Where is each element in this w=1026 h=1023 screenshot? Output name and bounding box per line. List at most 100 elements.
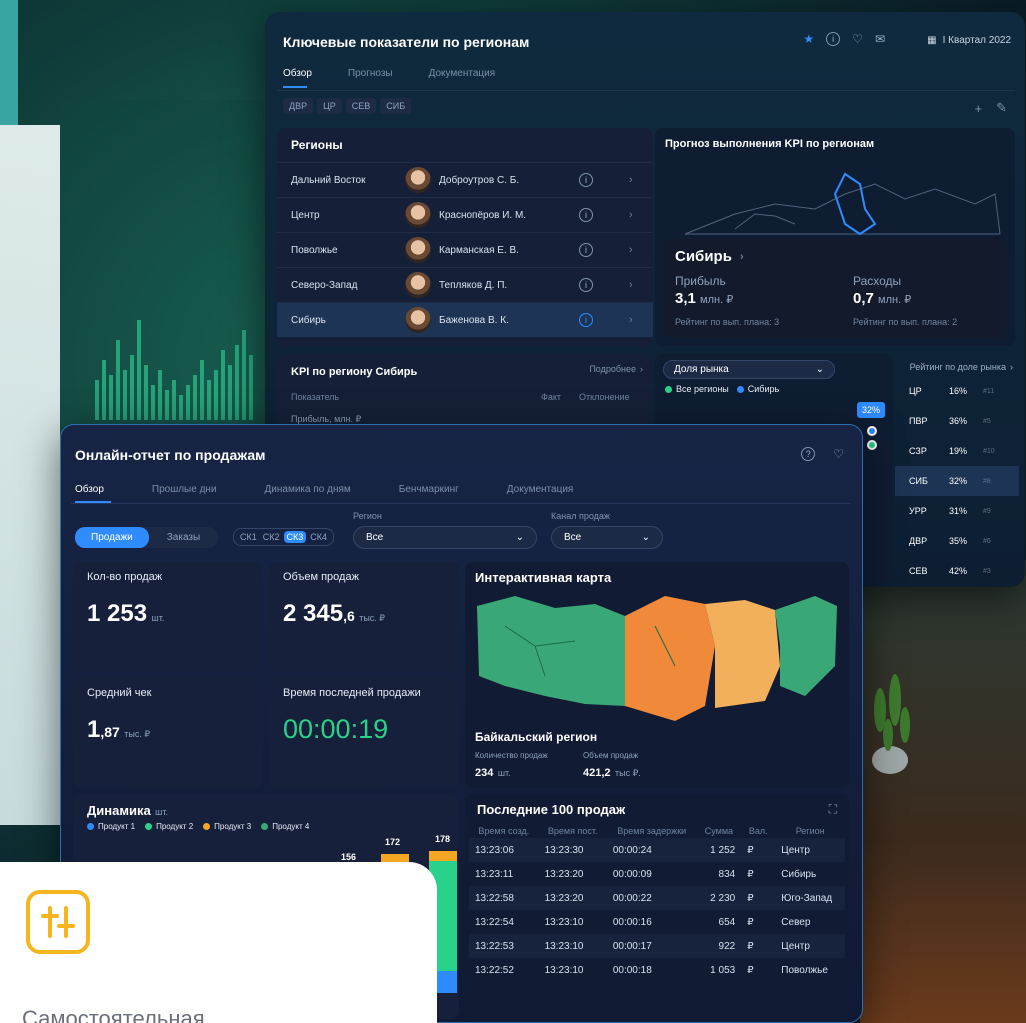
info-icon[interactable]: i — [579, 243, 593, 257]
heart-icon[interactable]: ♡ — [833, 447, 844, 461]
promo-text: Самостоятельная — [22, 1006, 205, 1023]
rating-row[interactable]: ЦР 16% #11 — [895, 376, 1019, 406]
column-header[interactable]: Вал. — [741, 824, 775, 838]
interactive-map-card: Интерактивная карта Байкальский регион К… — [465, 562, 849, 788]
region-manager: Краснопёров И. М. — [439, 209, 527, 221]
profit-rank: Рейтинг по вып. плана: 3 — [675, 317, 780, 327]
tab-overview[interactable]: Обзор — [75, 484, 104, 495]
avatar — [405, 272, 431, 298]
sales-table: Время созд. Время пост. Время задержки Сумм… — [469, 824, 845, 982]
table-cell: 2 230 — [710, 892, 736, 904]
avg-check-value: 1 — [87, 716, 101, 743]
promo-card: Самостоятельная — [0, 862, 437, 1023]
rating-code: СИБ — [909, 476, 928, 486]
region-row[interactable]: Северо-Запад Тепляков Д. П. i › — [277, 267, 653, 302]
map-qty-value: 234 — [475, 767, 494, 779]
channel-select[interactable]: Все ⌄ — [551, 526, 663, 549]
legend-dot — [665, 386, 672, 394]
filter-sev[interactable]: СЕВ — [345, 98, 377, 114]
region-row[interactable]: Дальний Восток Доброутров С. Б. i › — [277, 162, 653, 197]
rating-title[interactable]: Рейтинг по доле рынка › — [910, 362, 1013, 372]
rating-row[interactable]: СЕВ 42% #3 — [895, 556, 1019, 586]
dynamics-title-row: Динамика шт. — [87, 802, 168, 820]
tab-benchmarking[interactable]: Бенчмаркинг — [399, 484, 459, 495]
region-row[interactable]: Сибирь Баженова В. К. i › — [277, 302, 653, 337]
sales-count-value: 1 253 — [87, 600, 148, 627]
toggle-orders[interactable]: Заказы — [149, 527, 218, 548]
heart-icon[interactable]: ♡ — [852, 32, 863, 46]
table-row[interactable]: 13:22:52 13:23:10 00:00:18 1 053 ₽ Поволжье — [469, 958, 845, 982]
costs-value: 0,7 — [853, 290, 874, 307]
tab-forecasts[interactable]: Прогнозы — [348, 68, 393, 79]
table-row[interactable]: 13:23:11 13:23:20 00:00:09 834 ₽ Сибирь — [469, 862, 845, 886]
sales-map[interactable] — [475, 586, 839, 726]
more-link[interactable]: Подробнее › — [589, 364, 643, 374]
column-header[interactable]: Время задержки — [607, 824, 697, 838]
info-icon[interactable]: i — [826, 32, 841, 46]
sk2[interactable]: СК2 — [261, 531, 282, 543]
tab-daily-dynamics[interactable]: Динамика по дням — [265, 484, 351, 495]
edit-icon[interactable]: ✎ — [996, 100, 1007, 116]
region-select[interactable]: Все ⌄ — [353, 526, 537, 549]
quarter-picker[interactable]: ▦ I Квартал 2022 — [927, 35, 1011, 46]
filter-cr[interactable]: ЦР — [317, 98, 342, 114]
info-icon[interactable]: i — [579, 278, 593, 292]
sk4[interactable]: СК4 — [308, 531, 329, 543]
filter-actions: + ✎ — [975, 100, 1008, 116]
sales-volume-value: 2 345 — [283, 600, 344, 627]
tab-past-days[interactable]: Прошлые дни — [152, 484, 217, 495]
table-row[interactable]: 13:22:53 13:23:10 00:00:17 922 ₽ Центр — [469, 934, 845, 958]
star-icon[interactable]: ★ — [803, 32, 814, 46]
tab-docs[interactable]: Документация — [507, 484, 574, 495]
dynamics-title: Динамика — [87, 803, 151, 818]
expand-icon[interactable]: ⛶ — [829, 802, 837, 817]
table-row[interactable]: 13:23:06 13:23:30 00:00:24 1 252 ₽ Центр — [469, 838, 845, 862]
info-icon[interactable]: i — [579, 173, 593, 187]
plus-icon[interactable]: + — [975, 101, 983, 116]
map-vol-unit: тыс ₽. — [614, 768, 641, 778]
region-name: Поволжье — [291, 244, 338, 256]
table-cell: Центр — [781, 940, 810, 952]
help-icon[interactable]: ? — [801, 447, 816, 461]
sk1[interactable]: СК1 — [238, 531, 259, 543]
rating-row[interactable]: УРР 31% #9 — [895, 496, 1019, 526]
rating-pct: 35% — [949, 536, 968, 546]
filter-dvr[interactable]: ДВР — [283, 98, 314, 114]
region-row[interactable]: Центр Краснопёров И. М. i › — [277, 197, 653, 232]
tab-docs[interactable]: Документация — [429, 68, 496, 79]
info-icon[interactable]: i — [579, 313, 593, 327]
market-select[interactable]: Доля рынка ⌄ — [663, 360, 835, 379]
info-icon[interactable]: i — [579, 208, 593, 222]
avatar — [405, 237, 431, 263]
toggle-sales[interactable]: Продажи — [75, 527, 149, 548]
column-header[interactable]: Сумма — [697, 824, 742, 838]
region-name: Сибирь — [291, 314, 326, 326]
rating-pct: 16% — [949, 386, 968, 396]
map-qty-label: Количество продаж — [475, 751, 548, 760]
rating-row[interactable]: ПВР 36% #5 — [895, 406, 1019, 436]
rating-rank: #6 — [983, 537, 991, 545]
mail-icon[interactable]: ✉ — [875, 32, 885, 46]
legend-product-1: Продукт 1 — [87, 822, 135, 831]
avg-check-unit: тыс. ₽ — [124, 729, 151, 739]
legend-label: Продукт 2 — [156, 822, 194, 831]
table-cell: 13:22:58 — [475, 892, 514, 904]
sk3[interactable]: СК3 — [283, 531, 307, 543]
channel-value: Все — [564, 532, 582, 543]
tab-overview[interactable]: Обзор — [283, 68, 312, 79]
column-header[interactable]: Время созд. — [469, 824, 539, 838]
rating-rank: #3 — [983, 567, 991, 575]
column-header[interactable]: Время пост. — [539, 824, 607, 838]
chevron-down-icon: ⌄ — [515, 532, 524, 543]
popup-title[interactable]: Сибирь › — [675, 248, 744, 265]
rating-row[interactable]: СЗР 19% #10 — [895, 436, 1019, 466]
kpi-title: Ключевые показатели по регионам — [283, 34, 530, 50]
column-header[interactable]: Регион — [775, 824, 845, 838]
table-cell: Юго-Запад — [781, 892, 833, 904]
region-row[interactable]: Поволжье Карманская Е. В. i › — [277, 232, 653, 267]
rating-row[interactable]: ДВР 35% #6 — [895, 526, 1019, 556]
rating-row[interactable]: СИБ 32% #8 — [895, 466, 1019, 496]
table-row[interactable]: 13:22:58 13:23:20 00:00:22 2 230 ₽ Юго-Запад — [469, 886, 845, 910]
filter-sib[interactable]: СИБ — [380, 98, 412, 114]
table-row[interactable]: 13:22:54 13:23:10 00:00:16 654 ₽ Север — [469, 910, 845, 934]
